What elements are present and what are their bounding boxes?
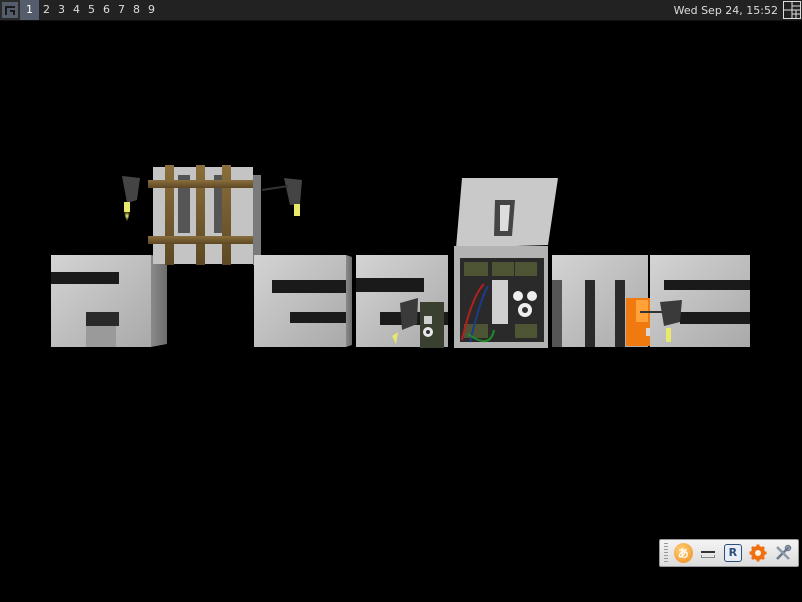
tag-6[interactable]: 6 bbox=[99, 0, 114, 20]
logo-box-o bbox=[454, 178, 558, 348]
awesome-launcher-icon[interactable] bbox=[0, 0, 20, 20]
tag-list: 1 2 3 4 5 6 7 8 9 bbox=[20, 0, 159, 20]
tray-grip[interactable] bbox=[664, 543, 668, 563]
clock[interactable]: Wed Sep 24, 15:52 bbox=[670, 4, 782, 17]
logo-letter-e bbox=[254, 255, 352, 347]
lamp-left bbox=[122, 176, 140, 222]
tag-5[interactable]: 5 bbox=[84, 0, 99, 20]
tools-icon[interactable] bbox=[773, 543, 792, 563]
logo-letter-e-right bbox=[650, 255, 750, 347]
settings-gear-icon[interactable] bbox=[748, 543, 767, 563]
tag-7[interactable]: 7 bbox=[114, 0, 129, 20]
tag-2[interactable]: 2 bbox=[39, 0, 54, 20]
tile-layout-icon[interactable] bbox=[782, 0, 802, 20]
r-app-label: R bbox=[723, 544, 742, 562]
tag-1[interactable]: 1 bbox=[20, 0, 39, 20]
tag-4[interactable]: 4 bbox=[69, 0, 84, 20]
r-app-icon[interactable]: R bbox=[723, 543, 742, 563]
logo-letter-a bbox=[51, 255, 167, 347]
tag-3[interactable]: 3 bbox=[54, 0, 69, 20]
ime-icon[interactable]: あ bbox=[673, 543, 693, 563]
keyboard-icon[interactable] bbox=[699, 543, 718, 563]
orange-character bbox=[626, 298, 654, 346]
awesome-wallpaper bbox=[51, 165, 750, 348]
tag-9[interactable]: 9 bbox=[144, 0, 159, 20]
system-tray: あ R bbox=[659, 539, 799, 567]
logo-crate-w bbox=[148, 165, 261, 265]
task-list bbox=[159, 0, 670, 20]
desktop: 1 2 3 4 5 6 7 8 9 Wed Sep 24, 15:52 あ R bbox=[0, 0, 802, 602]
tag-8[interactable]: 8 bbox=[129, 0, 144, 20]
top-panel: 1 2 3 4 5 6 7 8 9 Wed Sep 24, 15:52 bbox=[0, 0, 802, 21]
lamp-right bbox=[261, 178, 302, 216]
